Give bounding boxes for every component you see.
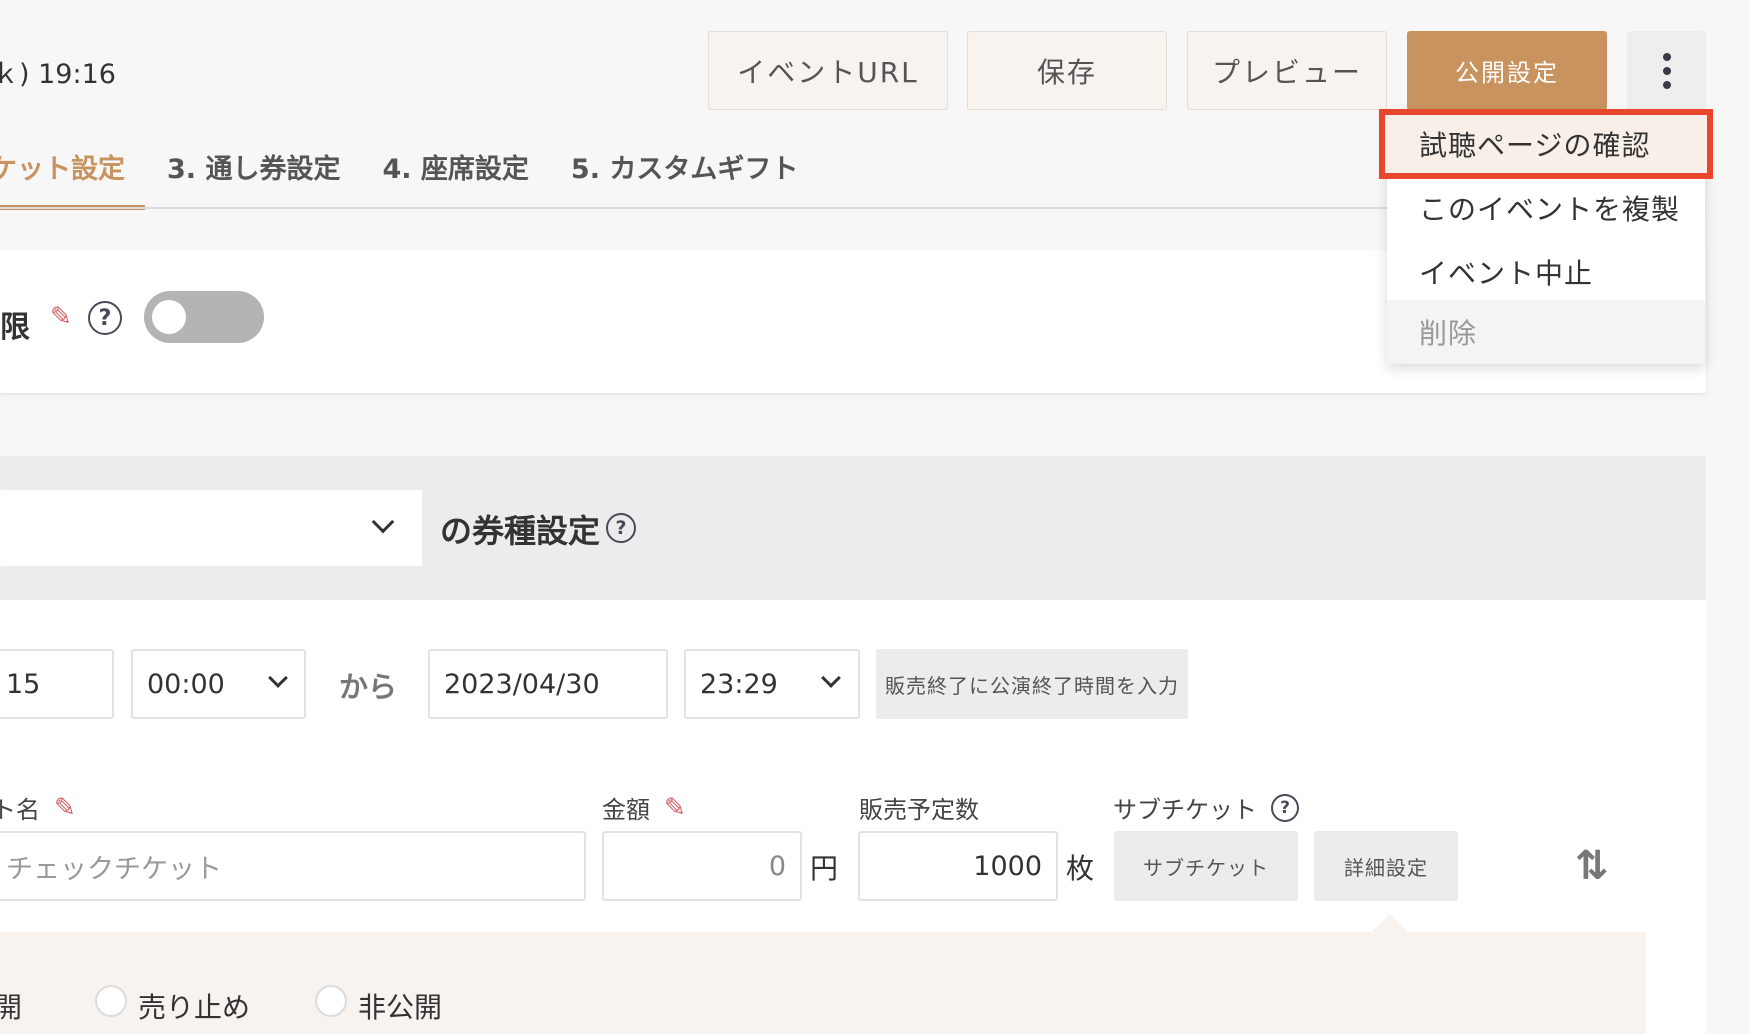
- kebab-dot-icon: [1662, 52, 1671, 61]
- tab-pass-settings[interactable]: 3. 通し券設定: [167, 150, 340, 210]
- detail-panel-pointer: [1370, 914, 1410, 934]
- toggle-knob: [152, 300, 186, 334]
- help-icon[interactable]: ?: [606, 513, 636, 543]
- start-time-select[interactable]: 00:00: [131, 649, 306, 719]
- subticket-label-text: サブチケット: [1113, 796, 1257, 824]
- end-date-input[interactable]: 2023/04/30: [428, 649, 668, 719]
- ticket-type-select[interactable]: [0, 490, 422, 566]
- ticket-type-title-text: の券種設定: [440, 512, 601, 550]
- status-private-label: 非公開: [358, 991, 443, 1024]
- status-private-radio[interactable]: [315, 985, 347, 1017]
- price-label: 金額 ✎: [602, 790, 686, 825]
- more-menu-button[interactable]: [1627, 31, 1706, 110]
- chevron-down-icon: [821, 668, 841, 688]
- kebab-dot-icon: [1662, 80, 1671, 89]
- step-tabs: ケット設定 3. 通し券設定 4. 座席設定 5. カスタムギフト: [0, 150, 840, 210]
- help-icon[interactable]: ?: [1271, 793, 1299, 822]
- preview-button[interactable]: プレビュー: [1187, 31, 1387, 110]
- limit-toggle[interactable]: [144, 291, 264, 343]
- last-saved-datetime: ｋ) 19:16: [0, 59, 116, 90]
- tab-ticket-settings[interactable]: ケット設定: [0, 150, 145, 210]
- more-menu-dropdown: 試聴ページの確認 このイベントを複製 イベント中止 削除: [1379, 109, 1713, 364]
- menu-item-cancel-event[interactable]: イベント中止: [1387, 240, 1705, 304]
- tab-custom-gift[interactable]: 5. カスタムギフト: [571, 150, 798, 210]
- chevron-down-icon: [371, 510, 395, 534]
- quantity-input[interactable]: 1000: [858, 831, 1058, 901]
- tab-seat-settings[interactable]: 4. 座席設定: [382, 150, 528, 210]
- save-button[interactable]: 保存: [967, 31, 1167, 110]
- subticket-label: サブチケット ?: [1113, 790, 1299, 825]
- chevron-down-icon: [268, 668, 288, 688]
- end-time-value: 23:29: [700, 668, 778, 700]
- kebab-dot-icon: [1662, 66, 1671, 75]
- help-icon[interactable]: ?: [88, 301, 122, 335]
- ticket-type-title: の券種設定: [440, 506, 600, 552]
- detail-settings-button[interactable]: 詳細設定: [1314, 831, 1458, 901]
- start-date-input[interactable]: 15: [0, 649, 114, 719]
- price-input[interactable]: 0: [602, 831, 802, 901]
- quantity-label: 販売予定数: [859, 796, 979, 824]
- status-public-label: 開: [0, 991, 23, 1024]
- publish-settings-button[interactable]: 公開設定: [1407, 31, 1607, 110]
- required-pencil-icon: ✎: [664, 792, 686, 823]
- ticket-name-label-text: ト名: [0, 796, 40, 824]
- start-time-value: 00:00: [147, 668, 225, 700]
- required-pencil-icon: ✎: [54, 792, 76, 823]
- event-url-button[interactable]: イベントURL: [708, 31, 948, 110]
- subticket-button[interactable]: サブチケット: [1114, 831, 1298, 901]
- end-at-show-end-button[interactable]: 販売終了に公演終了時間を入力: [876, 649, 1188, 719]
- ticket-name-input[interactable]: チェックチケット: [0, 831, 586, 901]
- status-stop-radio[interactable]: [95, 985, 127, 1017]
- menu-item-duplicate-event[interactable]: このイベントを複製: [1387, 176, 1705, 240]
- ticket-name-label: ト名 ✎: [0, 790, 76, 825]
- price-unit: 円: [810, 852, 839, 885]
- quantity-unit: 枚: [1066, 852, 1095, 885]
- end-time-select[interactable]: 23:29: [684, 649, 860, 719]
- menu-item-delete: 削除: [1387, 300, 1705, 364]
- from-label: から: [339, 670, 398, 704]
- sort-icon[interactable]: ⇅: [1575, 843, 1609, 889]
- price-label-text: 金額: [602, 796, 650, 824]
- status-stop-label: 売り止め: [138, 991, 251, 1024]
- menu-item-preview-page[interactable]: 試聴ページの確認: [1379, 109, 1713, 179]
- limit-label: 限: [0, 310, 30, 345]
- required-pencil-icon: ✎: [50, 302, 72, 332]
